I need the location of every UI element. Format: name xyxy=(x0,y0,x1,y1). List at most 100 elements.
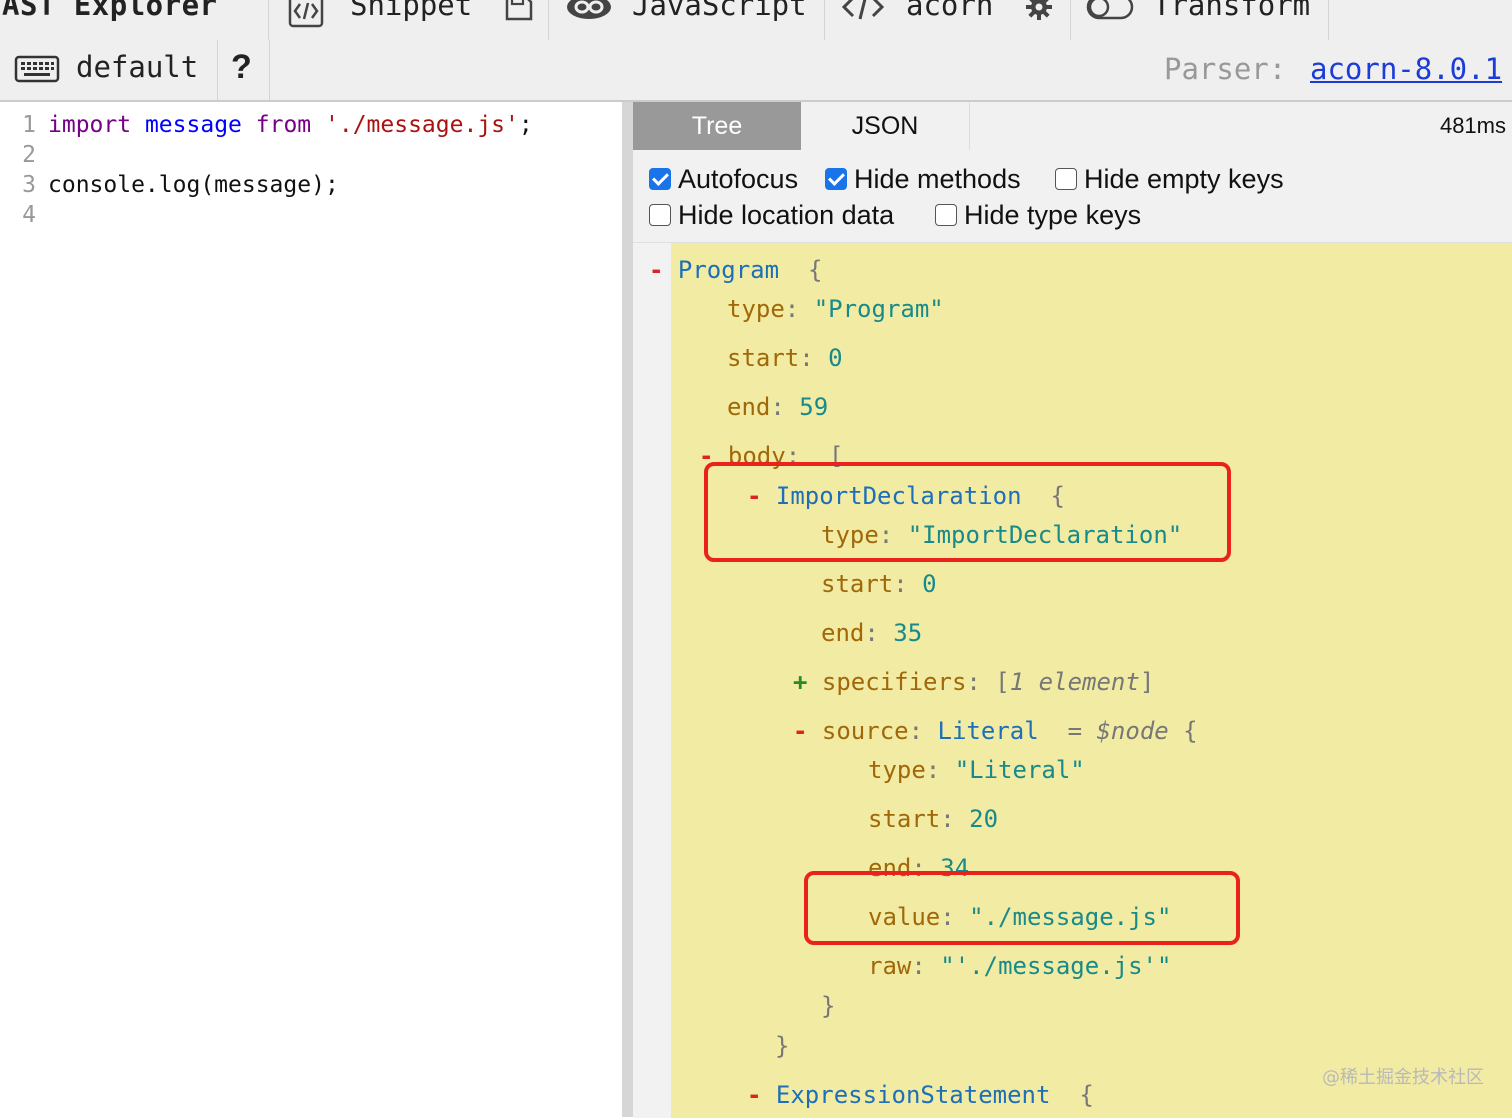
tree-token: Literal xyxy=(937,717,1039,745)
snippet-icon[interactable] xyxy=(288,0,324,35)
toolbar-divider xyxy=(548,0,549,40)
language-icon[interactable] xyxy=(565,0,613,29)
tree-token: 0 xyxy=(828,344,843,372)
tree-import-start: start: 0 xyxy=(821,568,937,600)
hide-type-keys-checkbox[interactable] xyxy=(935,204,957,226)
option-label: Autofocus xyxy=(678,164,799,194)
tree-token: : xyxy=(925,756,955,784)
tree-token: Program xyxy=(677,256,780,284)
toggle-icon[interactable] xyxy=(1086,0,1134,29)
tree-token: ExpressionStatement xyxy=(775,1081,1051,1109)
toolbar-divider xyxy=(269,40,270,100)
line-number: 4 xyxy=(22,202,36,228)
collapse-toggle[interactable]: - xyxy=(793,717,822,745)
tree-import-end: end: 35 xyxy=(821,617,922,649)
tree-token: start xyxy=(727,344,800,372)
toolbar-divider xyxy=(1328,0,1329,40)
tree-token: : xyxy=(940,805,970,833)
tree-token: : xyxy=(799,344,829,372)
transform-menu[interactable]: Transform xyxy=(1153,0,1310,22)
tab-json[interactable]: JSON xyxy=(801,102,970,150)
toolbar-bottom-row: default ? Parser: acorn-8.0.1 xyxy=(0,40,1512,100)
expand-toggle[interactable]: + xyxy=(793,668,822,696)
save-icon[interactable] xyxy=(504,0,534,29)
tab-tree[interactable]: Tree xyxy=(633,102,801,150)
language-menu[interactable]: JavaScript xyxy=(632,0,807,22)
option-hide-location-data[interactable]: Hide location data xyxy=(649,200,894,231)
hide-methods-checkbox[interactable] xyxy=(825,168,847,190)
tree-token: } xyxy=(821,992,836,1020)
parse-time: 481ms xyxy=(1439,113,1506,138)
tree-program-end: end: 59 xyxy=(727,391,828,423)
tree-token: : [ xyxy=(966,668,1010,696)
autofocus-checkbox[interactable] xyxy=(649,168,671,190)
toolbar-divider xyxy=(217,40,218,100)
code-token: console.log(message); xyxy=(48,172,339,198)
keyboard-icon[interactable] xyxy=(14,54,60,91)
tree-token: { xyxy=(1050,1081,1094,1109)
code-text: console.log(message); xyxy=(48,172,339,198)
parser-label: Parser: xyxy=(1164,52,1287,86)
tree-source-node[interactable]: - source: Literal = $node { xyxy=(793,715,1198,747)
line-number: 3 xyxy=(22,172,36,198)
toolbar-divider xyxy=(268,0,269,40)
highlight-import-declaration xyxy=(704,462,1231,562)
snippet-menu[interactable]: Snippet xyxy=(350,0,472,22)
tree-token: source xyxy=(821,717,909,745)
option-hide-empty-keys[interactable]: Hide empty keys xyxy=(1055,164,1284,195)
pane-splitter[interactable] xyxy=(622,102,633,1117)
tree-token: : xyxy=(908,717,938,745)
option-hide-type-keys[interactable]: Hide type keys xyxy=(935,200,1141,231)
tree-token: start xyxy=(821,570,894,598)
tree-token: start xyxy=(868,805,941,833)
tree-token: 59 xyxy=(799,393,829,421)
tree-source-close: } xyxy=(821,990,835,1022)
code-token: import xyxy=(48,112,132,138)
tree-token: : xyxy=(864,619,894,647)
option-label: Hide methods xyxy=(854,164,1021,194)
code-token: from xyxy=(255,112,312,138)
tree-token: "Literal" xyxy=(954,756,1085,784)
tree-expression-statement-node[interactable]: - ExpressionStatement { xyxy=(747,1079,1094,1111)
tree-token: specifiers xyxy=(821,668,967,696)
help-icon[interactable]: ? xyxy=(231,48,252,87)
tree-program-start: start: 0 xyxy=(727,342,843,374)
parser-menu[interactable]: acorn xyxy=(906,0,993,22)
option-label: Hide empty keys xyxy=(1084,164,1284,194)
option-autofocus[interactable]: Autofocus xyxy=(649,164,798,195)
tree-token: : xyxy=(770,393,800,421)
tree-program-type: type: "Program" xyxy=(727,293,944,325)
option-label: Hide location data xyxy=(678,200,895,230)
hide-location-data-checkbox[interactable] xyxy=(649,204,671,226)
tree-token: { xyxy=(1168,717,1198,745)
toolbar-divider xyxy=(1070,0,1071,40)
tree-specifiers-collapsed[interactable]: + specifiers: [1 element] xyxy=(793,666,1154,698)
gear-icon[interactable] xyxy=(1024,0,1054,29)
output-panel: Tree JSON 481ms Autofocus Hide methods H… xyxy=(633,102,1512,1118)
watermark: @稀土掘金技术社区 xyxy=(1322,1067,1484,1088)
tree-token: raw xyxy=(868,952,912,980)
tree-token: 0 xyxy=(922,570,937,598)
parser-version-link[interactable]: acorn-8.0.1 xyxy=(1310,52,1502,86)
hide-empty-keys-checkbox[interactable] xyxy=(1055,168,1077,190)
tree-token: 35 xyxy=(893,619,923,647)
tree-token: ] xyxy=(1139,668,1155,696)
tree-token: "'./message.js'" xyxy=(940,952,1172,980)
highlight-source-value xyxy=(804,871,1240,945)
code-icon[interactable] xyxy=(841,0,885,29)
code-token: message xyxy=(144,112,242,138)
tree-program-node[interactable]: - Program { xyxy=(649,254,822,286)
toolbar: AST Explorer Snippet JavaScript acorn Tr… xyxy=(0,0,1512,102)
option-label: Hide type keys xyxy=(964,200,1142,230)
tree-import-close: } xyxy=(775,1030,789,1062)
line-number: 1 xyxy=(22,112,36,138)
tree-source-start: start: 20 xyxy=(868,803,998,835)
option-hide-methods[interactable]: Hide methods xyxy=(825,164,1021,195)
tree-token: : xyxy=(911,952,941,980)
tree-token: : xyxy=(893,570,923,598)
collapse-toggle[interactable]: - xyxy=(649,256,678,284)
code-editor[interactable]: 1 import message from './message.js'; 2 3 co… xyxy=(0,102,622,1117)
keymap-menu[interactable]: default xyxy=(76,50,198,84)
collapse-toggle[interactable]: - xyxy=(747,1081,776,1109)
